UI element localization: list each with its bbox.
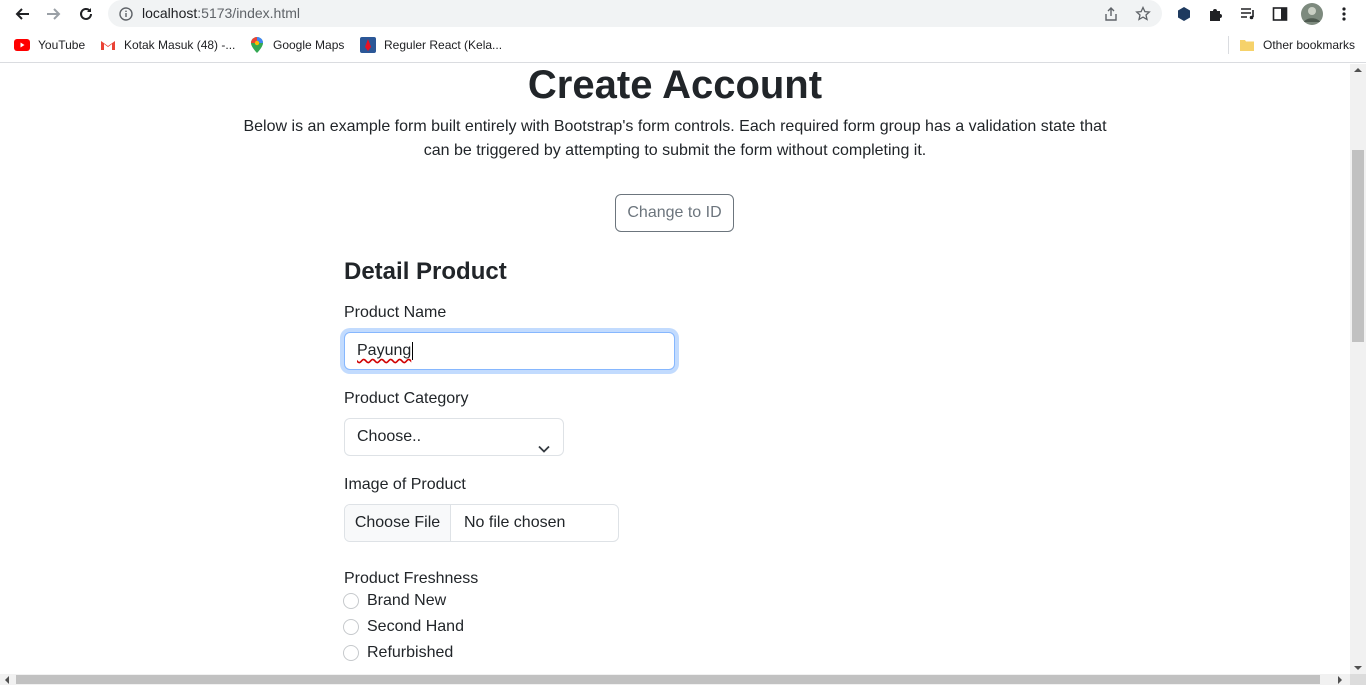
page-title: Create Account: [527, 64, 823, 107]
bookmark-label: Kotak Masuk (48) -...: [124, 38, 236, 52]
other-bookmarks[interactable]: Other bookmarks: [1239, 37, 1355, 53]
page-lead: Below is an example form built entirely …: [243, 118, 1107, 159]
product-name-value: Payung: [357, 342, 412, 359]
product-name-label: Product Name: [344, 304, 447, 321]
product-freshness-label: Product Freshness: [344, 570, 479, 587]
product-category-value: Choose..: [357, 428, 422, 445]
folder-icon: [1239, 37, 1255, 53]
horizontal-scroll-thumb[interactable]: [16, 675, 1320, 684]
radio-button[interactable]: [343, 593, 359, 609]
url-text: localhost:5173/index.html: [142, 5, 300, 21]
radio-label: Brand New: [367, 592, 447, 609]
scroll-left-arrow-icon[interactable]: [5, 676, 9, 684]
extension-hex-icon[interactable]: [1173, 3, 1195, 25]
browser-menu-icon[interactable]: [1333, 3, 1355, 25]
scroll-down-arrow-icon[interactable]: [1354, 666, 1362, 670]
back-icon[interactable]: [11, 3, 33, 25]
vertical-scrollbar[interactable]: [1350, 64, 1366, 674]
scroll-up-arrow-icon[interactable]: [1354, 68, 1362, 72]
product-image-label: Image of Product: [344, 476, 466, 493]
bookmarks-bar: YouTube Kotak Masuk (48) -... Google Map…: [0, 28, 1366, 63]
address-bar[interactable]: localhost:5173/index.html: [108, 0, 1162, 27]
bookmark-label: Google Maps: [273, 38, 345, 52]
radio-button[interactable]: [343, 619, 359, 635]
site-info-icon[interactable]: [116, 4, 136, 24]
gmail-icon: [100, 37, 116, 53]
youtube-icon: [14, 37, 30, 53]
page-viewport: Create Account Below is an example form …: [0, 64, 1350, 674]
vertical-scroll-thumb[interactable]: [1352, 150, 1364, 342]
product-name-input[interactable]: Payung: [344, 332, 675, 370]
horizontal-scrollbar[interactable]: [0, 674, 1350, 685]
bookmark-site-icon: [360, 37, 376, 53]
side-panel-icon[interactable]: [1269, 3, 1291, 25]
media-control-icon[interactable]: [1237, 3, 1259, 25]
product-image-file-input[interactable]: Choose File No file chosen: [344, 504, 619, 542]
forward-icon[interactable]: [43, 3, 65, 25]
extensions-puzzle-icon[interactable]: [1205, 3, 1227, 25]
section-title: Detail Product: [344, 258, 507, 285]
bookmark-separator: [1228, 36, 1229, 54]
other-bookmarks-label: Other bookmarks: [1263, 38, 1356, 52]
choose-file-button[interactable]: Choose File: [345, 505, 451, 541]
radio-button[interactable]: [343, 645, 359, 661]
freshness-option-refurbished[interactable]: Refurbished: [343, 644, 453, 662]
scroll-right-arrow-icon[interactable]: [1338, 676, 1342, 684]
url-host: localhost: [142, 5, 198, 21]
browser-toolbar: localhost:5173/index.html: [0, 0, 1366, 28]
bookmark-reguler-react[interactable]: Reguler React (Kela...: [360, 37, 502, 53]
bookmark-gmail[interactable]: Kotak Masuk (48) -...: [100, 37, 235, 53]
chevron-down-icon: [538, 432, 550, 468]
bookmark-google-maps[interactable]: Google Maps: [249, 37, 344, 53]
url-path: :5173/index.html: [197, 5, 300, 21]
radio-label: Second Hand: [367, 618, 464, 635]
reload-icon[interactable]: [75, 3, 97, 25]
change-language-button[interactable]: Change to ID: [615, 194, 734, 232]
scrollbar-corner: [1350, 674, 1366, 685]
product-category-select[interactable]: Choose..: [344, 418, 564, 456]
file-status: No file chosen: [464, 514, 566, 531]
share-icon[interactable]: [1101, 4, 1121, 24]
freshness-option-second-hand[interactable]: Second Hand: [343, 618, 464, 636]
star-icon[interactable]: [1133, 4, 1153, 24]
bookmark-label: Reguler React (Kela...: [384, 38, 503, 52]
bookmark-youtube[interactable]: YouTube: [14, 37, 85, 53]
radio-label: Refurbished: [367, 644, 454, 661]
bookmark-label: YouTube: [38, 38, 86, 52]
text-caret: [412, 341, 414, 360]
freshness-option-brand-new[interactable]: Brand New: [343, 592, 446, 610]
product-category-label: Product Category: [344, 390, 469, 407]
profile-avatar-icon[interactable]: [1301, 3, 1323, 25]
maps-icon: [249, 37, 265, 53]
